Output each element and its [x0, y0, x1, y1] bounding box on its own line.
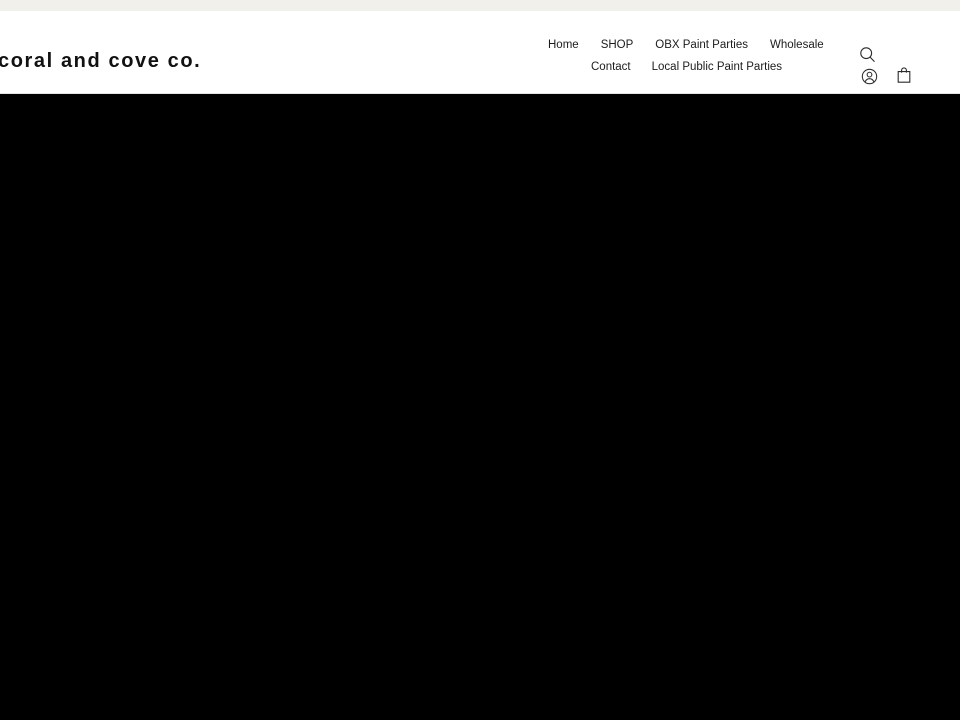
announcement-bar: [0, 0, 960, 11]
header-icon-cluster: [852, 37, 922, 93]
nav-row-primary: Home SHOP OBX Paint Parties Wholesale: [536, 34, 852, 56]
page-root: coral and cove co. Home SHOP OBX Paint P…: [0, 0, 960, 720]
nav-link-obx-paint-parties[interactable]: OBX Paint Parties: [655, 34, 748, 56]
main-navigation: Home SHOP OBX Paint Parties Wholesale Co…: [536, 34, 852, 78]
nav-link-contact[interactable]: Contact: [591, 56, 631, 78]
hero-section: [0, 95, 960, 720]
nav-row-secondary: Contact Local Public Paint Parties: [536, 56, 852, 78]
nav-link-wholesale[interactable]: Wholesale: [770, 34, 824, 56]
nav-link-shop[interactable]: SHOP: [601, 34, 634, 56]
account-icon[interactable]: [858, 65, 880, 87]
search-icon[interactable]: [856, 43, 878, 65]
cart-icon[interactable]: [893, 64, 915, 86]
site-header: coral and cove co. Home SHOP OBX Paint P…: [0, 11, 960, 94]
brand-logo[interactable]: coral and cove co.: [0, 51, 201, 71]
nav-link-local-public-paint-parties[interactable]: Local Public Paint Parties: [652, 56, 782, 78]
nav-link-home[interactable]: Home: [548, 34, 579, 56]
